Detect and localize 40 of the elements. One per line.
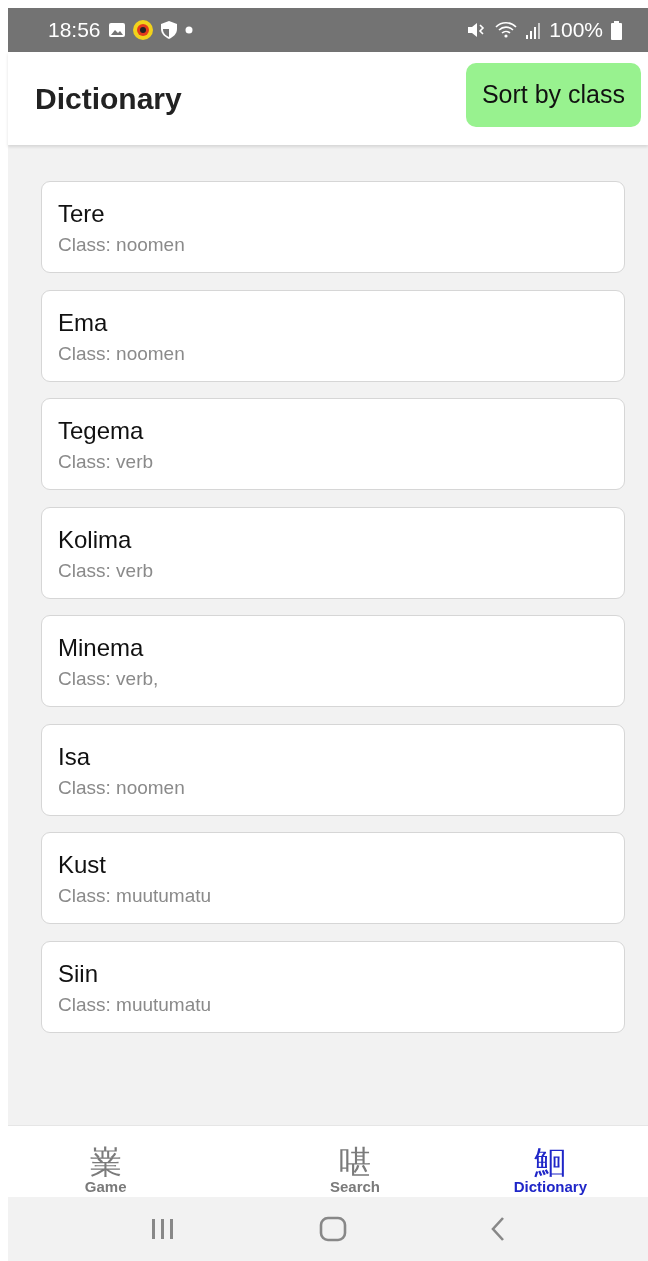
screen-title: Dictionary [35,81,182,116]
word-class: Class: muutumatu [58,885,212,907]
word-card[interactable]: Isa Class: noomen [41,723,625,816]
dot-icon [184,26,193,34]
word-class: Class: verb [58,559,154,582]
signal-icon [525,21,542,39]
tab[interactable]: 啿 Search [203,1126,453,1197]
word-card[interactable]: Siin Class: muutumatu [41,940,625,1033]
word-card[interactable]: Tegema Class: verb [41,398,625,490]
word-class: Class: noomen [58,776,185,799]
battery-icon [611,20,622,40]
word-card[interactable]: Kolima Class: verb [41,506,625,599]
image-icon [108,23,125,37]
tab[interactable]: 嶪 Game [8,1126,204,1197]
word-text: Kust [58,851,107,879]
tab[interactable]: 鮰 Dictionary [452,1126,648,1197]
wifi-icon [495,21,518,39]
home-icon[interactable] [319,1216,347,1242]
word-class: Class: noomen [58,234,185,256]
word-text: Isa [58,742,90,771]
recents-icon[interactable] [149,1218,176,1240]
word-text: Kolima [58,525,132,554]
word-text: Tere [58,200,105,228]
status-time: 18:56 [48,18,101,42]
word-text: Ema [58,308,108,337]
word-class: Class: noomen [58,342,185,365]
word-card[interactable]: Kust Class: muutumatu [41,832,625,924]
word-class: Class: verb [58,451,154,473]
back-icon[interactable] [490,1216,507,1242]
word-text: Siin [58,959,99,988]
word-card[interactable]: Ema Class: noomen [41,289,625,382]
word-text: Minema [58,634,144,662]
sort-button[interactable]: Sort by class [465,62,641,127]
battery-percent: 100% [549,18,603,42]
word-card[interactable]: Minema Class: verb, [41,615,625,707]
word-card[interactable]: Tere Class: noomen [41,181,625,273]
word-text: Tegema [58,417,144,445]
word-class: Class: verb, [58,668,159,690]
word-class: Class: muutumatu [58,993,212,1016]
shield-icon [160,21,177,39]
